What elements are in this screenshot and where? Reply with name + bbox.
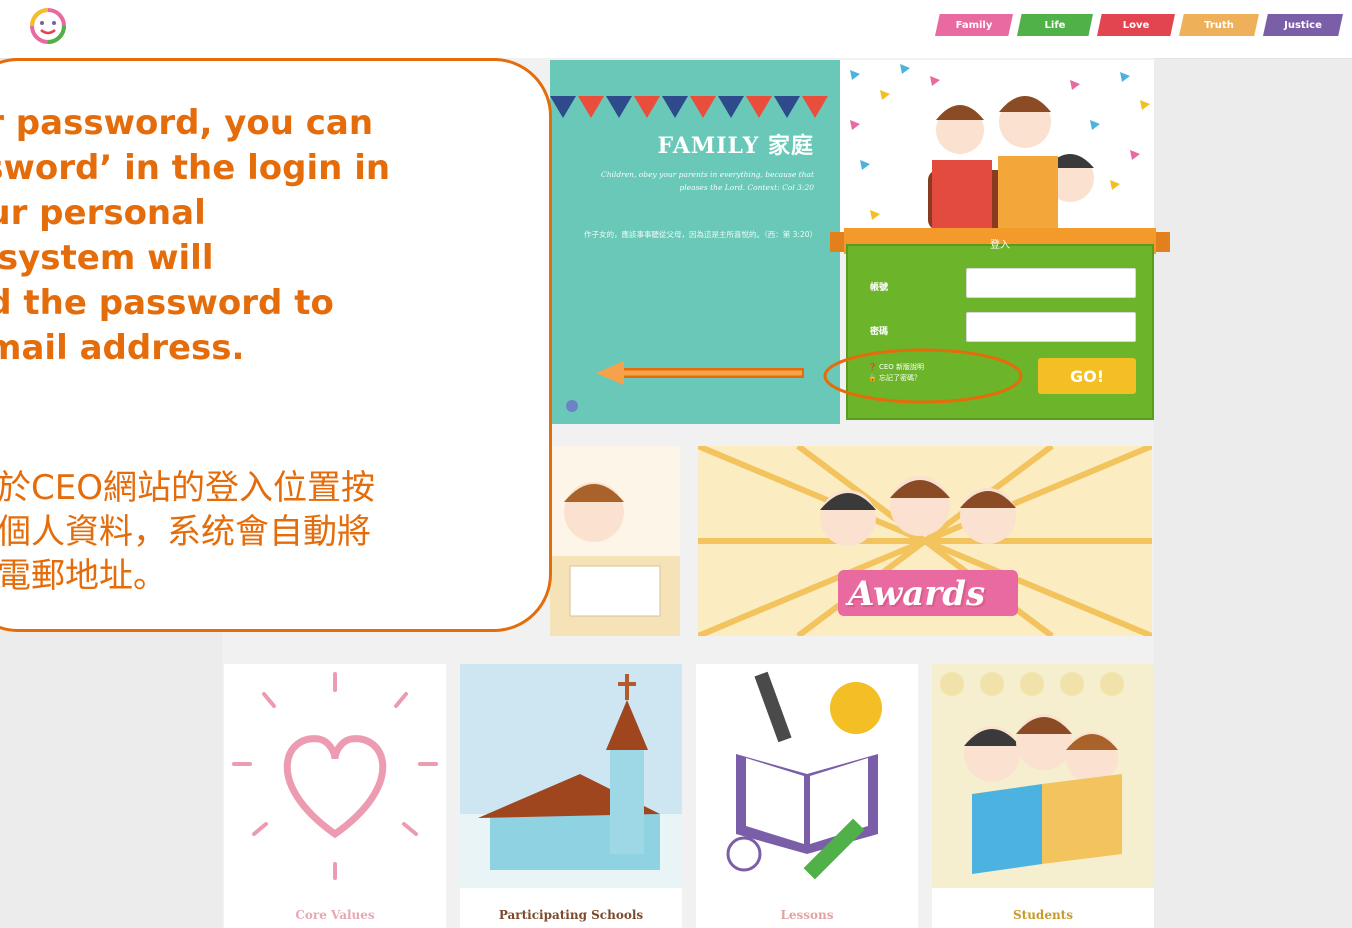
account-input[interactable] — [966, 268, 1136, 298]
tile-participating-schools-label: Participating Schools — [498, 908, 644, 922]
tile-participating-schools[interactable]: Participating Schools — [460, 664, 682, 928]
tab-family-label: Family — [955, 19, 993, 31]
family-title: FAMILY 家庭 — [657, 133, 814, 159]
tab-life[interactable]: Life — [1017, 14, 1093, 36]
family-illustration — [840, 60, 1154, 244]
core-values-image — [224, 664, 446, 888]
lessons-image — [696, 664, 918, 888]
tab-truth-label: Truth — [1204, 19, 1234, 31]
go-button[interactable]: GO! — [1038, 358, 1136, 394]
students-image — [932, 664, 1154, 888]
church-icon — [460, 674, 682, 888]
instruction-callout: ur password, you can ssword’ in the logi… — [0, 58, 552, 632]
password-label: 密碼 — [870, 327, 889, 337]
tab-life-label: Life — [1044, 19, 1066, 31]
child-writing-illustration — [550, 482, 680, 636]
verse-chinese: 作子女的，應該事事聽從父母，因為這是主所喜悅的。（西：第 3:20） — [584, 230, 817, 239]
highlight-ellipse — [823, 348, 1023, 404]
left-arrow-icon — [596, 361, 804, 385]
carousel-dot[interactable] — [566, 400, 578, 412]
tile-students[interactable]: Students — [932, 664, 1154, 928]
participating-schools-image — [460, 664, 682, 888]
login-title: 登入 — [990, 240, 1010, 251]
tab-love-label: Love — [1122, 19, 1150, 31]
tile-students-label: Students — [1013, 908, 1073, 922]
tab-family[interactable]: Family — [935, 14, 1013, 36]
tab-justice[interactable]: Justice — [1263, 14, 1343, 36]
awards-label: Awards — [848, 574, 986, 614]
tab-love[interactable]: Love — [1097, 14, 1175, 36]
bunting-decoration — [550, 96, 828, 118]
students-reading-illustration — [940, 672, 1124, 874]
password-input[interactable] — [966, 312, 1136, 342]
tile-core-values[interactable]: Core Values — [224, 664, 446, 928]
tab-justice-label: Justice — [1284, 19, 1322, 31]
tile-lessons[interactable]: Lessons — [696, 664, 918, 928]
heart-icon — [232, 672, 438, 880]
verse-english: Children, obey your parents in everythin… — [600, 170, 814, 192]
callout-chinese-text: 可於CEO網站的登入位置按 入個人資料，系统會自動將 的電郵地址。 — [0, 468, 375, 596]
top-header: Family Life Love Truth Justice — [0, 0, 1352, 59]
awards-banner[interactable]: Awards — [698, 446, 1152, 636]
tab-truth[interactable]: Truth — [1179, 14, 1259, 36]
value-nav: Family Life Love Truth Justice — [935, 14, 1347, 36]
callout-english-text: ur password, you can ssword’ in the logi… — [0, 103, 391, 368]
tile-lessons-label: Lessons — [780, 908, 834, 922]
tile-core-values-label: Core Values — [295, 908, 375, 922]
book-icon — [726, 671, 882, 880]
ceo-logo-icon[interactable] — [28, 6, 68, 46]
account-label: 帳號 — [870, 283, 889, 293]
child-writing-image[interactable] — [550, 446, 680, 636]
